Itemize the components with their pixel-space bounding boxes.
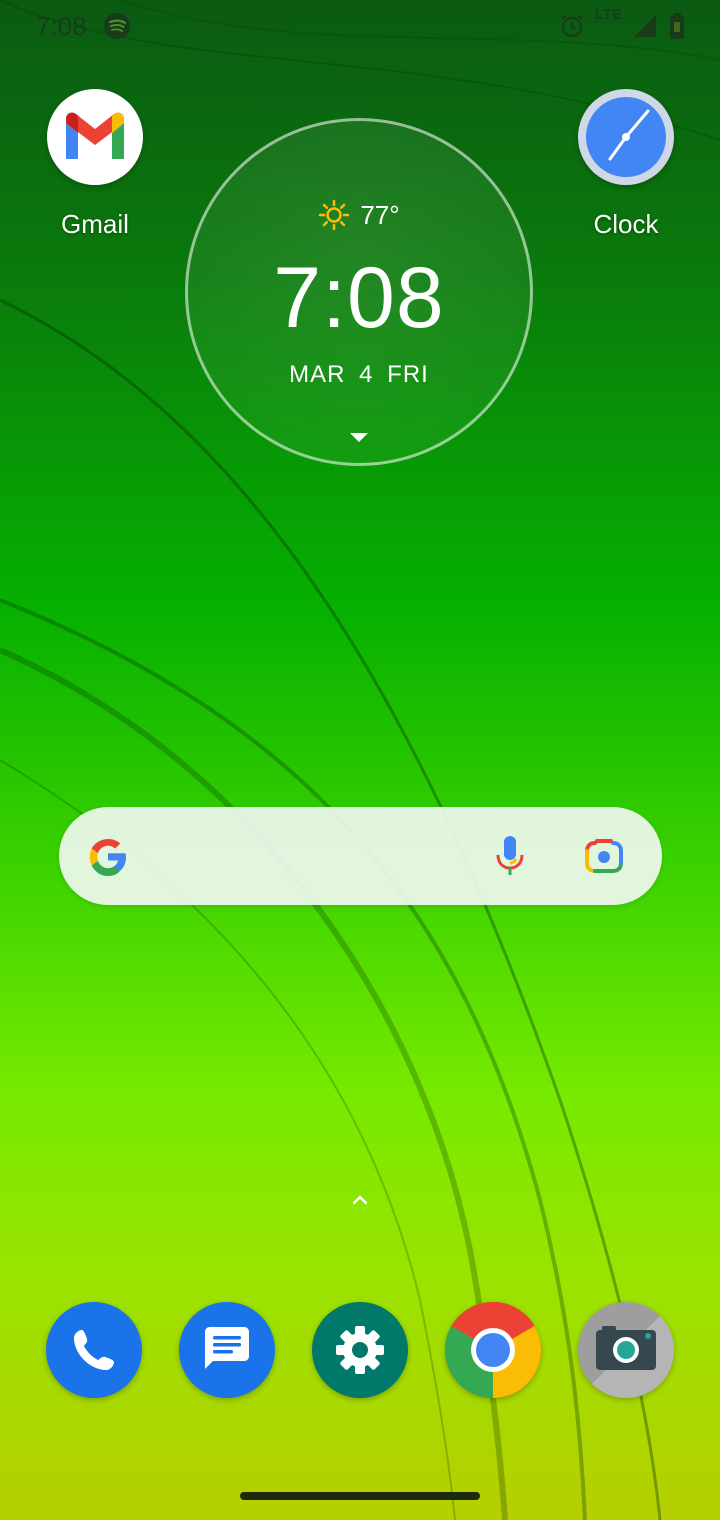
dock-phone[interactable] [46, 1302, 142, 1398]
network-type: LTE [594, 6, 622, 23]
settings-gear-icon [336, 1326, 384, 1374]
dock-camera[interactable] [578, 1302, 674, 1398]
clock-icon [578, 89, 674, 185]
app-label: Gmail [61, 209, 129, 239]
phone-icon [74, 1330, 114, 1370]
dock-chrome[interactable] [445, 1302, 541, 1398]
battery-icon [670, 13, 684, 39]
status-time: 7:08 [36, 10, 87, 41]
sun-icon [319, 199, 350, 231]
widget-date: MAR 4 FRI [289, 361, 429, 388]
gesture-nav-bar[interactable] [240, 1492, 480, 1500]
signal-icon [634, 15, 656, 37]
google-g-icon[interactable] [85, 834, 131, 880]
clock-weather-widget[interactable]: 77° 7:08 MAR 4 FRI [185, 118, 533, 466]
alarm-icon [561, 15, 583, 38]
messages-icon [205, 1327, 249, 1369]
widget-time: 7:08 [273, 250, 445, 346]
status-bar[interactable]: 7:08 LTE [0, 0, 720, 52]
app-drawer-caret-icon[interactable] [351, 1192, 369, 1206]
status-left: 7:08 [36, 11, 131, 42]
temperature: 77° [360, 199, 400, 230]
app-clock[interactable]: Clock [561, 89, 691, 240]
google-search-bar[interactable] [59, 807, 662, 905]
expand-caret-icon[interactable] [350, 433, 368, 442]
weather-row: 77° [188, 199, 530, 231]
app-gmail[interactable]: Gmail [30, 89, 160, 240]
dock-messages[interactable] [179, 1302, 275, 1398]
chrome-icon [445, 1302, 541, 1398]
dock-settings[interactable] [312, 1302, 408, 1398]
status-right: LTE [559, 6, 686, 40]
gmail-icon [47, 89, 143, 185]
spotify-icon [103, 13, 130, 39]
google-lens-icon[interactable] [583, 837, 625, 875]
microphone-icon[interactable] [495, 835, 525, 879]
camera-icon [592, 1316, 674, 1398]
app-label: Clock [593, 209, 659, 239]
